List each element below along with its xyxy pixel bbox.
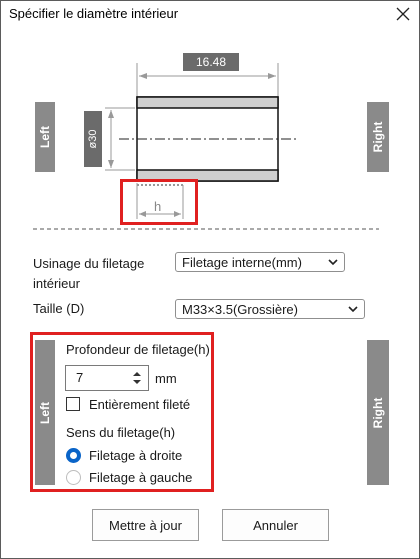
panel-right-label: Right	[371, 397, 385, 428]
full-thread-label: Entièrement fileté	[89, 397, 191, 412]
chevron-down-icon	[328, 259, 338, 266]
panel-left-button[interactable]: Left	[35, 340, 55, 485]
left-view-button[interactable]: Left	[35, 102, 55, 172]
right-view-button[interactable]: Right	[367, 102, 389, 172]
left-hand-label: Filetage à gauche	[89, 470, 193, 485]
right-hand-label: Filetage à droite	[89, 448, 183, 463]
machining-label: Usinage du filetage intérieur	[33, 256, 145, 291]
right-view-label: Right	[371, 121, 385, 153]
depth-stepper[interactable]: 7	[65, 365, 149, 391]
depth-highlight-box	[120, 179, 198, 225]
depth-value: 7	[76, 370, 84, 385]
cancel-button[interactable]: Annuler	[222, 509, 329, 541]
depth-unit: mm	[155, 371, 177, 386]
direction-label: Sens du filetage(h)	[66, 425, 176, 440]
left-view-label: Left	[38, 126, 52, 148]
machining-select[interactable]: Filetage interne(mm)	[175, 252, 345, 272]
update-button[interactable]: Mettre à jour	[92, 509, 199, 541]
update-button-label: Mettre à jour	[109, 518, 182, 533]
length-value: 16.48	[195, 55, 227, 69]
size-select[interactable]: M33×3.5(Grossière)	[175, 299, 365, 319]
size-select-value: M33×3.5(Grossière)	[182, 302, 298, 317]
dialog-window: Spécifier le diamètre intérieur 16.48 ø3…	[0, 0, 420, 559]
stepper-arrows-icon[interactable]	[132, 371, 142, 385]
diameter-value: ø30	[87, 129, 99, 149]
full-thread-checkbox[interactable]	[66, 397, 80, 411]
diameter-dimension-label: ø30	[84, 111, 102, 167]
machining-select-value: Filetage interne(mm)	[182, 255, 302, 270]
chevron-down-icon	[348, 306, 358, 313]
panel-right-button[interactable]: Right	[367, 340, 389, 485]
panel-left-label: Left	[38, 401, 52, 424]
cancel-button-label: Annuler	[253, 518, 298, 533]
depth-label: Profondeur de filetage(h)	[66, 342, 210, 357]
pipe-diagram	[33, 63, 379, 230]
right-hand-radio[interactable]	[66, 448, 81, 463]
size-label: Taille (D)	[33, 301, 85, 316]
length-dimension-label: 16.48	[183, 53, 239, 71]
left-hand-radio[interactable]	[66, 470, 81, 485]
